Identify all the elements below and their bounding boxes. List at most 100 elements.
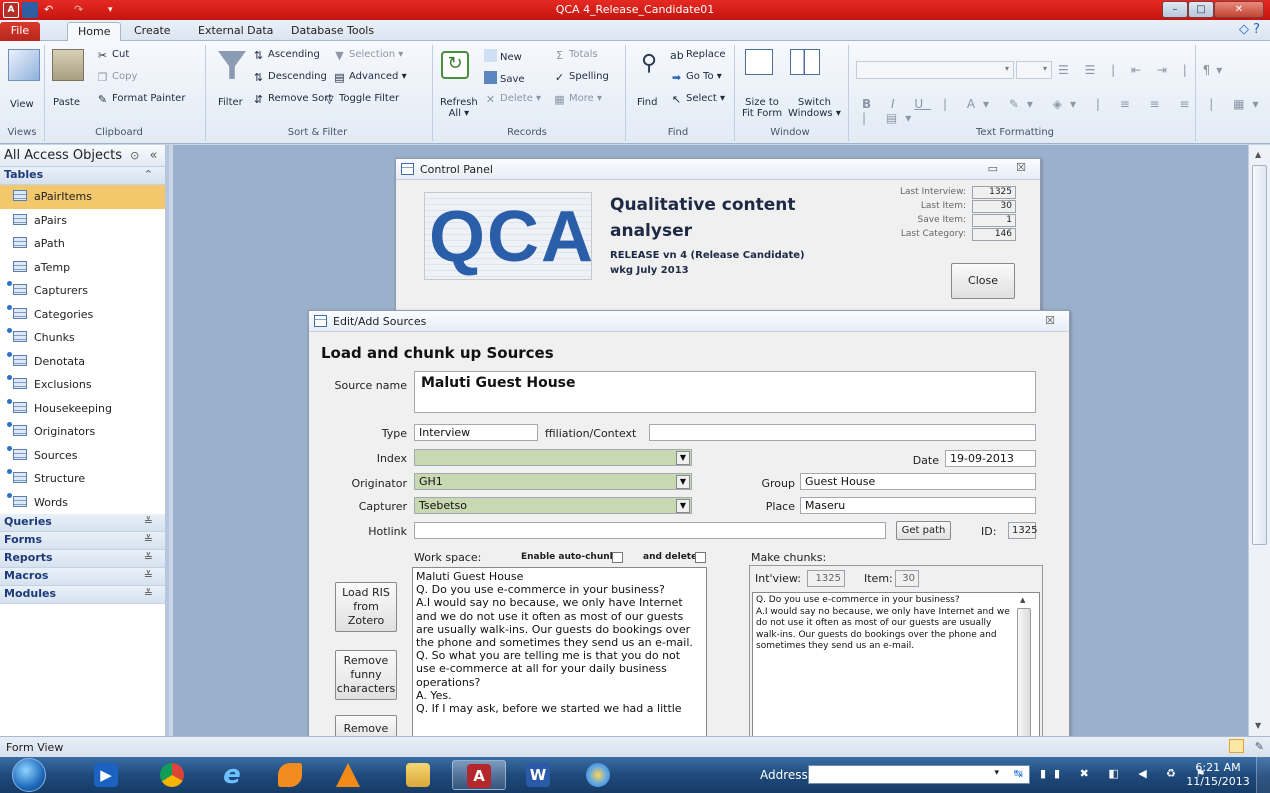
nav-table-item[interactable]: Words (0, 491, 165, 515)
paste-icon[interactable] (52, 49, 84, 81)
goto-button[interactable]: ➡ Go To ▾ (670, 71, 722, 84)
form-view-icon[interactable] (1229, 739, 1244, 753)
taskbar-internet-explorer[interactable]: e (206, 760, 260, 790)
nav-table-item[interactable]: Structure (0, 467, 165, 491)
nav-table-item[interactable]: Sources (0, 444, 165, 468)
clock[interactable]: 6:21 AM 11/15/2013 (1186, 761, 1250, 789)
auto-chunk-checkbox[interactable] (612, 552, 623, 563)
refresh-all-button[interactable]: Refresh All ▾ (440, 97, 478, 119)
nav-table-item[interactable]: Housekeeping (0, 397, 165, 421)
index-combo[interactable]: ▼ (414, 449, 692, 466)
switch-windows-button[interactable]: Switch Windows ▾ (788, 97, 841, 119)
new-record-button[interactable]: New (484, 49, 522, 63)
refresh-icon[interactable]: ↻ (441, 51, 469, 79)
hotlink-field[interactable] (414, 522, 886, 539)
find-button[interactable]: Find (637, 97, 658, 108)
close-button[interactable]: Close (951, 263, 1015, 299)
scroll-up-icon[interactable]: ▲ (1255, 150, 1261, 159)
affiliation-field[interactable] (649, 424, 1036, 441)
load-ris-button[interactable]: Load RIS from Zotero (335, 582, 397, 632)
spelling-button[interactable]: ✓ Spelling (553, 71, 609, 84)
maximize-button[interactable]: □ (1188, 1, 1214, 18)
view-icon[interactable] (8, 49, 40, 81)
go-arrow-icon[interactable]: ↹ (1014, 767, 1023, 780)
taskbar-vlc[interactable] (322, 760, 376, 790)
chevron-down-icon[interactable]: ▼ (676, 451, 690, 465)
start-button[interactable] (12, 758, 46, 792)
date-field[interactable]: 19-09-2013 (945, 450, 1036, 467)
cut-button[interactable]: ✂ Cut (96, 49, 129, 62)
scroll-up-icon[interactable]: ▲ (1020, 596, 1025, 604)
nav-group-reports[interactable]: Reports ≚ (0, 550, 165, 568)
chevron-down-circle-icon[interactable]: ⊙ (130, 149, 139, 162)
size-to-fit-button[interactable]: Size to Fit Form (742, 97, 782, 119)
nav-group-queries[interactable]: Queries ≚ (0, 514, 165, 532)
nav-table-item[interactable]: aPath (0, 232, 165, 256)
capturer-combo[interactable]: Tsebetso ▼ (414, 497, 692, 514)
tab-file[interactable]: File (0, 22, 40, 41)
funnel-icon[interactable] (218, 51, 246, 79)
tab-home[interactable]: Home (67, 22, 122, 41)
format-painter-button[interactable]: ✎ Format Painter (96, 93, 186, 106)
get-path-button[interactable]: Get path (896, 521, 951, 540)
scroll-thumb[interactable] (1252, 165, 1267, 545)
nav-group-macros[interactable]: Macros ≚ (0, 568, 165, 586)
workspace-scrollbar[interactable]: ▲ ▼ (1248, 145, 1270, 736)
close-window-button[interactable]: ✕ (1214, 1, 1264, 18)
advanced-button[interactable]: ▤ Advanced ▾ (333, 71, 406, 84)
taskbar-media-player[interactable]: ▶ (80, 760, 134, 790)
address-field[interactable]: ▾ ↹ (808, 765, 1030, 784)
tab-create[interactable]: Create (124, 22, 181, 41)
delete-button[interactable]: ✕ Delete ▾ (484, 93, 541, 106)
font-size-select[interactable]: ▾ (1016, 61, 1052, 79)
copy-button[interactable]: ❐ Copy (96, 71, 138, 84)
replace-button[interactable]: ab Replace (670, 49, 726, 62)
minimize-icon[interactable]: ▭ (988, 162, 998, 175)
nav-table-item[interactable]: Chunks (0, 326, 165, 350)
chevron-down-icon[interactable]: ▼ (676, 475, 690, 489)
and-delete-checkbox[interactable] (695, 552, 706, 563)
remove-funny-characters-button[interactable]: Remove funny characters (335, 650, 397, 700)
save-record-button[interactable]: Save (484, 71, 525, 85)
paste-button[interactable]: Paste (53, 97, 80, 108)
nav-table-item[interactable]: aTemp (0, 256, 165, 280)
nav-table-item[interactable]: aPairs (0, 209, 165, 233)
nav-table-item[interactable]: aPairItems (0, 185, 165, 209)
nav-table-item[interactable]: Categories (0, 303, 165, 327)
format-buttons[interactable]: B I U | A▾ ✎▾ ◈▾ | ≡ ≡ ≡ | ▦▾ | ▤▾ (862, 97, 1270, 125)
descending-button[interactable]: ⇅ Descending (252, 71, 327, 84)
nav-table-item[interactable]: Originators (0, 420, 165, 444)
nav-table-item[interactable]: Capturers (0, 279, 165, 303)
chevron-down-icon[interactable]: ▾ (994, 768, 999, 778)
remove-sort-button[interactable]: ⇵ Remove Sort (252, 93, 332, 106)
nav-table-item[interactable]: Denotata (0, 350, 165, 374)
type-field[interactable]: Interview (414, 424, 538, 441)
size-to-fit-icon[interactable] (745, 49, 773, 75)
close-icon[interactable]: ☒ (1045, 314, 1055, 327)
group-field[interactable]: Guest House (800, 473, 1036, 490)
help-icon[interactable]: ◇ ? (1239, 22, 1260, 37)
show-desktop-button[interactable] (1256, 757, 1270, 793)
font-name-select[interactable]: ▾ (856, 61, 1014, 79)
place-field[interactable]: Maseru (800, 497, 1036, 514)
workspace-textarea[interactable]: Maluti Guest House Q. Do you use e-comme… (412, 567, 707, 739)
collapse-pane-icon[interactable]: « (150, 148, 158, 163)
chunk-textarea[interactable]: Q. Do you use e-commerce in your busines… (752, 592, 1040, 739)
scroll-down-icon[interactable]: ▼ (1255, 721, 1261, 730)
chevron-down-icon[interactable]: ▼ (676, 499, 690, 513)
filter-button[interactable]: Filter (218, 97, 243, 108)
taskbar-chrome[interactable] (146, 760, 200, 790)
taskbar-app-orange[interactable] (264, 760, 318, 790)
design-view-icon[interactable]: ✎ (1255, 740, 1264, 753)
taskbar-access[interactable]: A (452, 760, 506, 790)
source-name-field[interactable]: Maluti Guest House (414, 371, 1036, 413)
taskbar-explorer[interactable] (392, 760, 446, 790)
binoculars-icon[interactable]: ⚲ (636, 51, 662, 77)
nav-group-modules[interactable]: Modules ≚ (0, 586, 165, 604)
nav-group-tables[interactable]: Tables ⌃ (0, 167, 165, 185)
selection-button[interactable]: ▼ Selection ▾ (333, 49, 403, 62)
select-button[interactable]: ↖ Select ▾ (670, 93, 725, 106)
list-buttons[interactable]: ☰ ☰ | ⇤ ⇥ | ¶▾ (1058, 63, 1228, 77)
tab-database-tools[interactable]: Database Tools (281, 22, 384, 41)
switch-windows-icon[interactable] (790, 49, 820, 75)
